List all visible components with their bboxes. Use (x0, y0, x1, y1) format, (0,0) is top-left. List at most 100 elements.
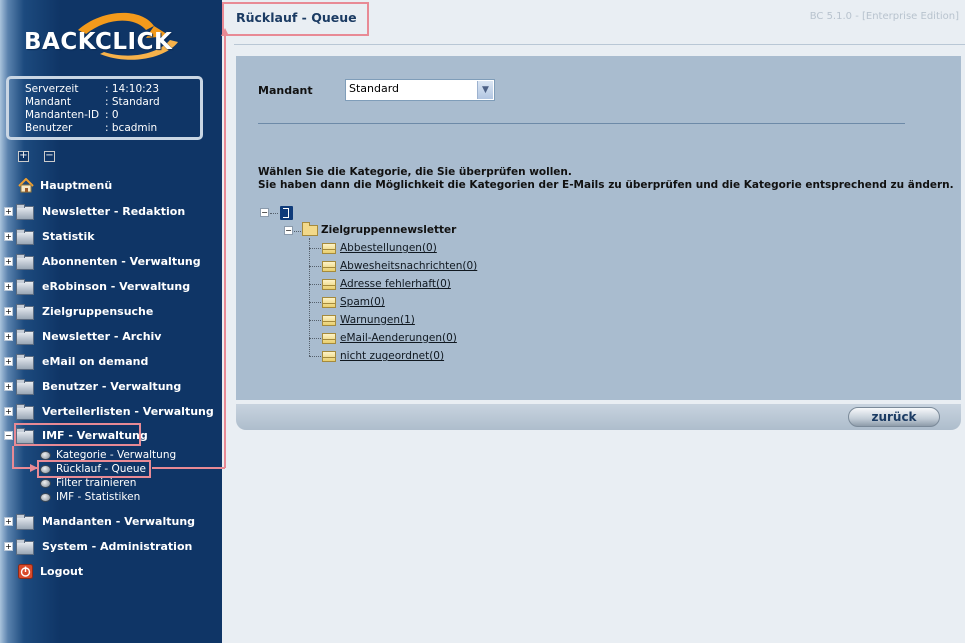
sub-label: Filter trainieren (56, 477, 137, 489)
tree-leaf-link[interactable]: nicht zugeordnet(0) (340, 350, 444, 362)
folder-icon (16, 229, 34, 245)
annotation-connector (224, 36, 226, 468)
tree-collapse-group-icon[interactable]: − (284, 226, 293, 235)
expand-icon: + (4, 516, 13, 526)
tree-leaf-link[interactable]: Abwesheitsnachrichten(0) (340, 260, 477, 272)
tree-leaf[interactable]: Spam(0) (322, 295, 385, 309)
sidebar: BACKCLICK Serverzeit: 14:10:23 Mandant : … (0, 0, 222, 643)
nav-label: Verteilerlisten - Verwaltung (42, 404, 214, 418)
expand-icon: + (4, 331, 13, 341)
info-value: : Standard (105, 96, 160, 108)
nav-label: Mandanten - Verwaltung (42, 514, 196, 528)
instruction-line-1: Wählen Sie die Kategorie, die Sie überpr… (258, 166, 572, 178)
tree-leaf[interactable]: Abbestellungen(0) (322, 241, 437, 255)
envelope-icon (322, 350, 336, 362)
info-row-serverzeit: Serverzeit: 14:10:23 (25, 83, 200, 96)
info-row-mandant: Mandant : Standard (25, 96, 200, 109)
logo-text: BACKCLICK (24, 29, 173, 55)
nav-item-zielgruppensuche[interactable]: + Zielgruppensuche (4, 301, 153, 321)
nav-item-mandanten-verwaltung[interactable]: + Mandanten - Verwaltung (4, 511, 195, 531)
home-icon (18, 177, 34, 192)
nav-item-logout[interactable]: Logout (18, 561, 83, 581)
nav-item-email-on-demand[interactable]: + eMail on demand (4, 351, 148, 371)
nav-label: System - Administration (42, 539, 193, 553)
info-key: Mandanten-ID (25, 109, 100, 121)
instruction-text: Wählen Sie die Kategorie, die Sie überpr… (258, 166, 954, 192)
envelope-icon (322, 242, 336, 254)
tree-leaf-link[interactable]: Spam(0) (340, 296, 385, 308)
envelope-icon (322, 332, 336, 344)
envelope-icon (322, 314, 336, 326)
backclick-logo: BACKCLICK (22, 10, 182, 66)
mandant-select[interactable]: Standard ▼ (345, 79, 495, 101)
instruction-line-2: Sie haben dann die Möglichkeit die Kateg… (258, 179, 954, 191)
sub-label: IMF - Statistiken (56, 491, 141, 503)
expand-icon: + (4, 281, 13, 291)
info-key: Benutzer (25, 122, 73, 134)
nav-label: Logout (40, 564, 84, 578)
expand-icon: + (4, 356, 13, 366)
annotation-connector (12, 446, 14, 468)
nav-item-abonnenten-verwaltung[interactable]: + Abonnenten - Verwaltung (4, 251, 201, 271)
nav-item-newsletter-archiv[interactable]: + Newsletter - Archiv (4, 326, 161, 346)
folder-icon (16, 304, 34, 320)
envelope-icon (322, 278, 336, 290)
nav-item-statistik[interactable]: + Statistik (4, 226, 95, 246)
tree-leaf-link[interactable]: Abbestellungen(0) (340, 242, 437, 254)
version-label: BC 5.1.0 - [Enterprise Edition] (809, 11, 959, 22)
tree-collapse-root-icon[interactable]: − (260, 208, 269, 217)
tree-connector (309, 320, 321, 321)
tree-leaf-link[interactable]: Adresse fehlerhaft(0) (340, 278, 451, 290)
expand-icon: + (4, 406, 13, 416)
tree-connector (309, 302, 321, 303)
folder-icon (16, 329, 34, 345)
expand-all-button[interactable]: + (18, 151, 29, 162)
tree-leaf[interactable]: Warnungen(1) (322, 313, 415, 327)
nav-label: Abonnenten - Verwaltung (42, 254, 201, 268)
expand-icon: + (4, 306, 13, 316)
nav-label: eRobinson - Verwaltung (42, 279, 191, 293)
expand-icon: + (4, 256, 13, 266)
nav-item-system-administration[interactable]: + System - Administration (4, 536, 192, 556)
tree-leaf[interactable]: Adresse fehlerhaft(0) (322, 277, 451, 291)
back-button[interactable]: zurück (848, 407, 940, 427)
tree-leaf-link[interactable]: eMail-Aenderungen(0) (340, 332, 457, 344)
info-key: Mandant (25, 96, 72, 108)
folder-icon (16, 539, 34, 555)
tree-leaf[interactable]: eMail-Aenderungen(0) (322, 331, 457, 345)
folder-icon (16, 514, 34, 530)
nav-item-benutzer-verwaltung[interactable]: + Benutzer - Verwaltung (4, 376, 181, 396)
sub-item-imf-statistiken[interactable]: IMF - Statistiken (40, 490, 140, 504)
info-value: : bcadmin (105, 122, 158, 134)
expand-icon: + (4, 206, 13, 216)
nav-item-verteilerlisten-verwaltung[interactable]: + Verteilerlisten - Verwaltung (4, 401, 214, 421)
expand-icon: + (4, 381, 13, 391)
form-divider (258, 123, 905, 124)
folder-icon (16, 379, 34, 395)
folder-icon (16, 279, 34, 295)
nav-item-erobinson-verwaltung[interactable]: + eRobinson - Verwaltung (4, 276, 190, 296)
folder-icon (16, 404, 34, 420)
folder-icon (16, 354, 34, 370)
tree-group-label: Zielgruppennewsletter (321, 224, 457, 236)
tree-connector (309, 356, 321, 357)
nav-label: eMail on demand (42, 354, 149, 368)
header-divider (234, 44, 965, 45)
tree-connector (309, 266, 321, 267)
footer-bar: zurück (236, 404, 961, 430)
tree-leaf[interactable]: Abwesheitsnachrichten(0) (322, 259, 477, 273)
disk-icon (40, 492, 51, 502)
tree-connector (309, 248, 321, 249)
category-tree: − − Zielgruppennewsletter Abbestellungen… (260, 206, 660, 376)
folder-icon (16, 254, 34, 270)
collapse-all-button[interactable]: − (44, 151, 55, 162)
chevron-down-icon: ▼ (477, 81, 493, 99)
annotation-arrow-right-icon (30, 464, 38, 472)
annotation-arrow-up-icon (221, 28, 229, 36)
tree-leaf-link[interactable]: Warnungen(1) (340, 314, 415, 326)
sub-item-filter-trainieren[interactable]: Filter trainieren (40, 476, 136, 490)
nav-item-hauptmenue[interactable]: Hauptmenü (18, 175, 112, 195)
nav-label: Zielgruppensuche (42, 304, 154, 318)
nav-item-newsletter-redaktion[interactable]: + Newsletter - Redaktion (4, 201, 185, 221)
tree-leaf[interactable]: nicht zugeordnet(0) (322, 349, 444, 363)
